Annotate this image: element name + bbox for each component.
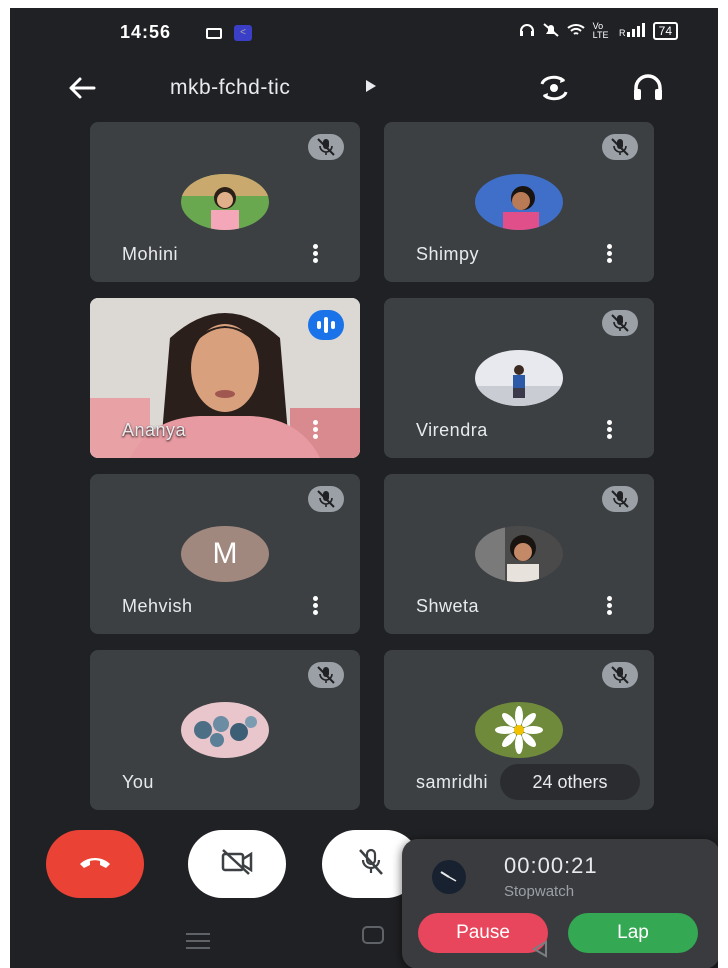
participant-name: Virendra	[416, 420, 488, 440]
mic-off-icon	[602, 486, 638, 512]
video-off-icon	[219, 848, 255, 881]
avatar	[181, 702, 269, 758]
nav-back-icon[interactable]	[530, 939, 550, 959]
phone-hangup-icon	[78, 854, 112, 875]
svg-text:R: R	[619, 28, 626, 37]
avatar	[475, 174, 563, 230]
signal-icon: R	[619, 22, 645, 40]
screen-record-icon	[206, 28, 222, 39]
stopwatch-time: 00:00:21	[504, 853, 598, 878]
home-icon[interactable]	[362, 926, 384, 944]
more-options-icon[interactable]	[604, 594, 614, 620]
battery-icon: 74	[652, 22, 678, 40]
more-options-icon[interactable]	[604, 242, 614, 268]
stopwatch-label: Stopwatch	[504, 883, 575, 900]
mic-off-icon	[308, 486, 344, 512]
app-notification-icon: <	[234, 25, 252, 41]
others-count-button[interactable]: 24 others	[500, 764, 640, 800]
participant-video-tile[interactable]: Ananya	[90, 298, 360, 458]
avatar	[181, 174, 269, 230]
participant-tile[interactable]: Shweta	[384, 474, 654, 634]
wifi-icon	[566, 23, 585, 40]
mic-off-icon	[308, 134, 344, 160]
participant-name: You	[122, 772, 154, 792]
participant-name: Shimpy	[416, 244, 480, 264]
speaking-indicator-icon	[308, 310, 344, 340]
participant-tile-self[interactable]: You	[90, 650, 360, 810]
participant-tile[interactable]: Virendra	[384, 298, 654, 458]
more-options-icon[interactable]	[604, 418, 614, 444]
menu-icon[interactable]	[186, 928, 210, 954]
status-time: 14:56	[120, 22, 172, 42]
camera-toggle-button[interactable]	[188, 830, 286, 898]
participant-name: Ananya	[122, 420, 187, 440]
participant-tile[interactable]: Mohini	[90, 122, 360, 282]
lap-button[interactable]: Lap	[568, 913, 698, 953]
back-arrow-icon[interactable]	[62, 70, 102, 106]
participant-name: Mehvish	[122, 596, 193, 616]
participant-tile[interactable]: Shimpy	[384, 122, 654, 282]
status-bar: 14:56 < Vo LTE R 74	[10, 8, 718, 52]
headphones-icon[interactable]	[628, 70, 668, 106]
mic-off-icon	[602, 662, 638, 688]
avatar	[475, 526, 563, 582]
volte-label: Vo LTE	[592, 21, 609, 40]
switch-camera-icon[interactable]	[534, 70, 574, 106]
meet-screen: 14:56 < Vo LTE R 74 mkb-fchd-tic Mohini …	[10, 8, 718, 968]
mic-off-icon	[602, 310, 638, 336]
avatar	[475, 350, 563, 406]
mic-off-icon	[308, 662, 344, 688]
participant-name: samridhi	[416, 772, 488, 792]
expand-arrow-icon[interactable]	[366, 80, 376, 92]
mic-off-icon	[602, 134, 638, 160]
pause-button[interactable]: Pause	[418, 913, 548, 953]
more-options-icon[interactable]	[310, 418, 320, 444]
stopwatch-widget[interactable]: 00:00:21 Stopwatch Pause Lap	[402, 839, 718, 968]
headset-status-icon	[519, 23, 535, 40]
more-options-icon[interactable]	[310, 242, 320, 268]
end-call-button[interactable]	[46, 830, 144, 898]
meeting-code[interactable]: mkb-fchd-tic	[170, 76, 290, 100]
participant-name: Shweta	[416, 596, 480, 616]
participant-tile[interactable]: M Mehvish	[90, 474, 360, 634]
participant-name: Mohini	[122, 244, 179, 264]
silent-icon	[542, 22, 559, 40]
avatar	[475, 702, 563, 758]
more-options-icon[interactable]	[310, 594, 320, 620]
app-bar: mkb-fchd-tic	[10, 64, 718, 112]
clock-icon	[432, 860, 466, 894]
mic-off-icon	[356, 848, 386, 881]
status-icons: Vo LTE R 74	[519, 22, 678, 40]
letter-avatar: M	[181, 526, 269, 582]
